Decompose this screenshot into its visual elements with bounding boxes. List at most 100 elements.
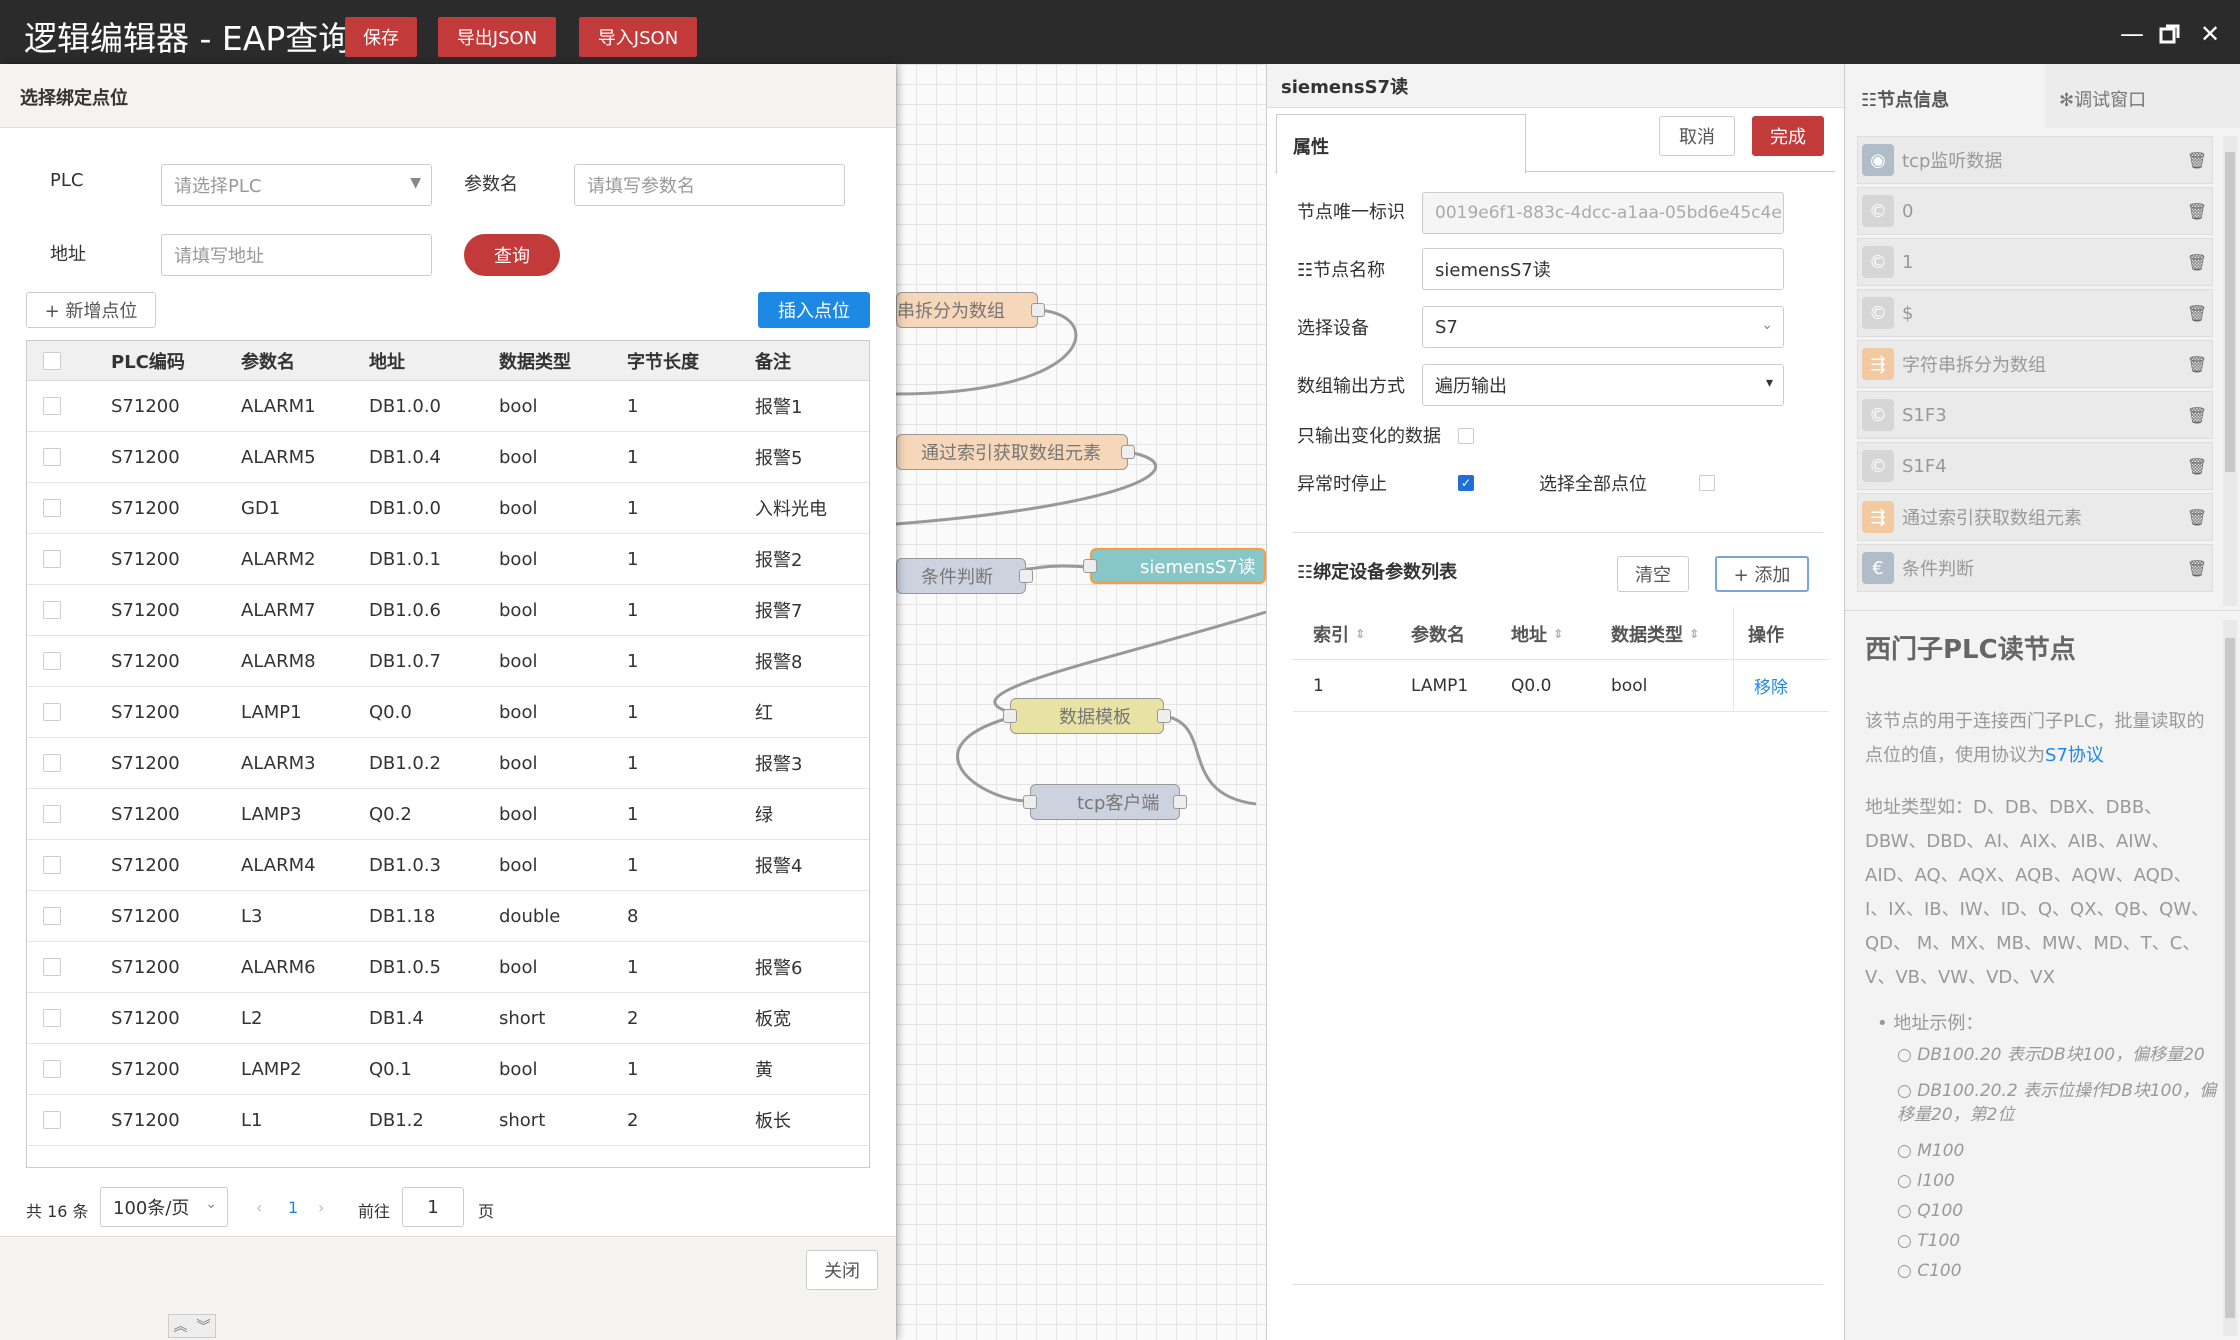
row-checkbox[interactable]	[43, 1111, 61, 1129]
row-checkbox[interactable]	[43, 958, 61, 976]
node-port[interactable]	[1003, 709, 1017, 723]
col-address[interactable]: 地址 ⇕	[1511, 608, 1563, 659]
address-input[interactable]: 请填写地址	[161, 234, 432, 276]
trash-icon[interactable]: 🗑	[2182, 508, 2212, 527]
trash-icon[interactable]: 🗑	[2182, 151, 2212, 170]
node-list-item[interactable]: ⇶ 字符串拆分为数组 🗑	[1857, 340, 2213, 388]
node-port[interactable]	[1019, 569, 1033, 583]
col-index[interactable]: 索引 ⇕	[1313, 608, 1365, 659]
node-list-item[interactable]: € 条件判断 🗑	[1857, 544, 2213, 592]
node-port[interactable]	[1031, 303, 1045, 317]
import-json-button[interactable]: 导入JSON	[579, 17, 697, 57]
page-number[interactable]: 1	[288, 1198, 298, 1217]
trash-icon[interactable]: 🗑	[2182, 457, 2212, 476]
device-select[interactable]: S7 ⌄	[1422, 306, 1784, 348]
row-checkbox[interactable]	[43, 652, 61, 670]
tab-debug[interactable]: ✻调试窗口	[2045, 64, 2240, 128]
tab-properties[interactable]: 属性	[1276, 114, 1526, 174]
trash-icon[interactable]: 🗑	[2182, 406, 2212, 425]
select-all-checkbox[interactable]	[43, 351, 61, 370]
table-row[interactable]: S71200 ALARM3 DB1.0.2 bool 1 报警3	[27, 738, 869, 789]
table-row[interactable]: S71200 ALARM4 DB1.0.3 bool 1 报警4	[27, 840, 869, 891]
table-row[interactable]: S71200 L1 DB1.2 short 2 板长	[27, 1095, 869, 1146]
table-row[interactable]: S71200 ALARM2 DB1.0.1 bool 1 报警2	[27, 534, 869, 585]
node-list-item[interactable]: © S1F4 🗑	[1857, 442, 2213, 490]
row-checkbox[interactable]	[43, 550, 61, 568]
node-list-item[interactable]: © S1F3 🗑	[1857, 391, 2213, 439]
node-port[interactable]	[1121, 445, 1135, 459]
minimize-icon[interactable]: —	[2118, 20, 2146, 48]
row-checkbox[interactable]	[43, 856, 61, 874]
col-plc-code[interactable]: PLC编码	[111, 341, 185, 380]
table-row[interactable]: S71200 ALARM6 DB1.0.5 bool 1 报警6	[27, 942, 869, 993]
canvas-node-condition[interactable]: 条件判断	[896, 558, 1026, 594]
collapse-toggle[interactable]: ︽ ︾	[168, 1314, 216, 1338]
row-checkbox[interactable]	[43, 703, 61, 721]
only-changed-checkbox[interactable]	[1458, 428, 1474, 444]
col-data-type[interactable]: 数据类型	[499, 341, 571, 380]
col-address[interactable]: 地址	[369, 341, 405, 380]
canvas-node-siemens-s7-read[interactable]: siemensS7读	[1090, 548, 1266, 584]
table-row[interactable]: S71200 L2 DB1.4 short 2 板宽	[27, 993, 869, 1044]
row-checkbox[interactable]	[43, 907, 61, 925]
table-row[interactable]: S71200 ALARM7 DB1.0.6 bool 1 报警7	[27, 585, 869, 636]
canvas-node-data-template[interactable]: 数据模板	[1010, 698, 1164, 734]
table-row[interactable]: S71200 GD1 DB1.0.0 bool 1 入料光电	[27, 483, 869, 534]
scrollbar[interactable]	[2223, 136, 2237, 606]
close-icon[interactable]: ✕	[2196, 20, 2224, 48]
col-remark[interactable]: 备注	[755, 341, 791, 380]
trash-icon[interactable]: 🗑	[2182, 355, 2212, 374]
tab-node-info[interactable]: ☷节点信息	[1845, 64, 2045, 128]
table-row[interactable]: S71200 ALARM8 DB1.0.7 bool 1 报警8	[27, 636, 869, 687]
row-checkbox[interactable]	[43, 397, 61, 415]
table-row[interactable]: S71200 L3 DB1.18 double 8	[27, 891, 869, 942]
table-row[interactable]: S71200 ALARM1 DB1.0.0 bool 1 报警1	[27, 381, 869, 432]
trash-icon[interactable]: 🗑	[2182, 559, 2212, 578]
node-port[interactable]	[1173, 795, 1187, 809]
col-data-type[interactable]: 数据类型 ⇕	[1611, 608, 1699, 659]
node-port[interactable]	[1023, 795, 1037, 809]
table-row[interactable]: S71200 ALARM5 DB1.0.4 bool 1 报警5	[27, 432, 869, 483]
table-row[interactable]: S71200 LAMP2 Q0.1 bool 1 黄	[27, 1044, 869, 1095]
restore-icon[interactable]	[2156, 20, 2184, 48]
row-checkbox[interactable]	[43, 1060, 61, 1078]
row-checkbox[interactable]	[43, 448, 61, 466]
trash-icon[interactable]: 🗑	[2182, 202, 2212, 221]
row-checkbox[interactable]	[43, 805, 61, 823]
plc-select[interactable]: 请选择PLC ▼	[161, 164, 432, 206]
flow-canvas[interactable]: 串拆分为数组 通过索引获取数组元素 条件判断 siemensS7读 数据模板 t…	[896, 64, 1266, 1340]
query-button[interactable]: 查询	[464, 234, 560, 276]
table-row[interactable]: S71200 LAMP1 Q0.0 bool 1 红	[27, 687, 869, 738]
trash-icon[interactable]: 🗑	[2182, 253, 2212, 272]
clear-button[interactable]: 清空	[1617, 556, 1689, 592]
output-mode-select[interactable]: 遍历输出 ▾	[1422, 364, 1784, 406]
next-page-icon[interactable]: ›	[318, 1198, 324, 1217]
node-list-item[interactable]: © 1 🗑	[1857, 238, 2213, 286]
node-name-input[interactable]: siemensS7读	[1422, 248, 1784, 290]
stop-on-error-checkbox[interactable]: ✓	[1458, 475, 1474, 491]
save-button[interactable]: 保存	[345, 17, 417, 57]
param-name-input[interactable]: 请填写参数名	[574, 164, 845, 206]
add-param-button[interactable]: + 添加	[1715, 556, 1809, 592]
canvas-node-tcp-client[interactable]: tcp客户端	[1030, 784, 1180, 820]
node-list-item[interactable]: ⇶ 通过索引获取数组元素 🗑	[1857, 493, 2213, 541]
node-port[interactable]	[1157, 709, 1171, 723]
select-all-points-checkbox[interactable]	[1699, 475, 1715, 491]
scrollbar[interactable]	[2223, 620, 2237, 1336]
canvas-node-index-element[interactable]: 通过索引获取数组元素	[896, 434, 1128, 470]
add-point-button[interactable]: + 新增点位	[26, 292, 156, 328]
close-button[interactable]: 关闭	[806, 1250, 878, 1290]
remove-link[interactable]: 移除	[1733, 660, 1788, 711]
node-port[interactable]	[1083, 559, 1097, 573]
page-size-select[interactable]: 100条/页 ⌄	[100, 1187, 228, 1227]
node-list-item[interactable]: © $ 🗑	[1857, 289, 2213, 337]
node-list-item[interactable]: ◉ tcp监听数据 🗑	[1857, 136, 2213, 184]
done-button[interactable]: 完成	[1752, 116, 1824, 156]
row-checkbox[interactable]	[43, 601, 61, 619]
row-checkbox[interactable]	[43, 754, 61, 772]
export-json-button[interactable]: 导出JSON	[438, 17, 556, 57]
trash-icon[interactable]: 🗑	[2182, 304, 2212, 323]
row-checkbox[interactable]	[43, 1009, 61, 1027]
insert-point-button[interactable]: 插入点位	[758, 292, 870, 328]
col-byte-length[interactable]: 字节长度	[627, 341, 699, 380]
